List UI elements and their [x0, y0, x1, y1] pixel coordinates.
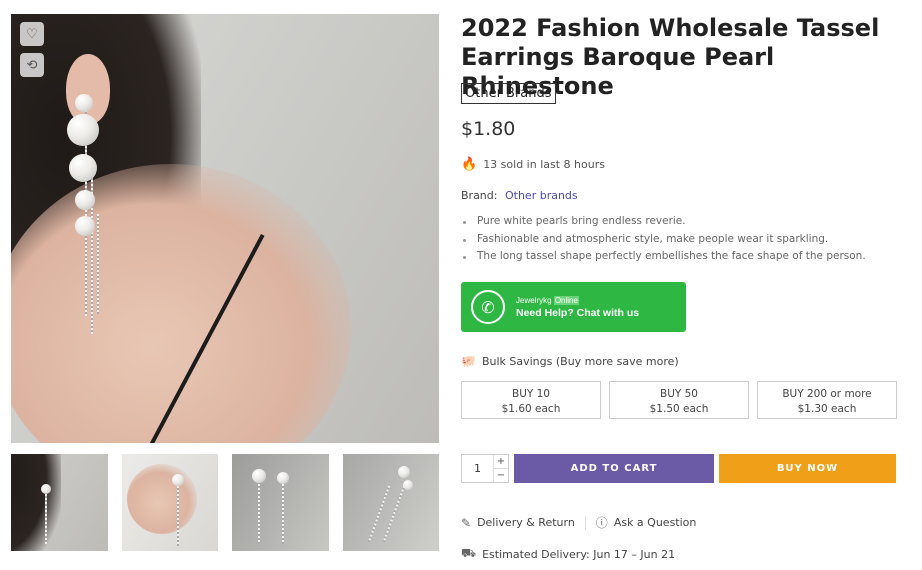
estimated-delivery: ⛟ Estimated Delivery: Jun 17 – Jun 21	[461, 546, 675, 562]
thumb-pearl	[277, 472, 289, 484]
refresh-icon: ⟲	[26, 57, 38, 73]
sold-indicator: 🔥 13 sold in last 8 hours	[461, 157, 605, 172]
brand-label: Brand:	[461, 189, 498, 202]
thumb-chain	[45, 494, 47, 544]
earring-pearl	[69, 154, 97, 182]
whatsapp-header: Jewelrykg Online	[516, 295, 639, 305]
thumbnail-3[interactable]	[232, 454, 329, 551]
thumb-pearl	[171, 474, 184, 486]
thumb-hand	[126, 464, 197, 534]
earring-pearl	[75, 94, 93, 112]
thumb-pearl	[397, 466, 410, 478]
thumb-hair	[11, 454, 61, 551]
bulk-tier[interactable]: BUY 50 $1.50 each	[609, 381, 749, 419]
earring-pearl	[75, 190, 95, 210]
fire-icon: 🔥	[461, 157, 478, 172]
buy-now-button[interactable]: BUY NOW	[719, 454, 896, 483]
brand-line: Brand: Other brands	[461, 189, 578, 202]
piggy-bank-icon: 🐖	[461, 354, 476, 368]
add-to-cart-button[interactable]: ADD TO CART	[514, 454, 714, 483]
image-ear	[66, 54, 110, 124]
tier-qty: BUY 200 or more	[782, 388, 872, 400]
wishlist-button[interactable]: ♡	[20, 22, 44, 46]
ask-question-label: Ask a Question	[613, 516, 697, 529]
sold-text: 13 sold in last 8 hours	[483, 158, 605, 171]
earring-chain	[97, 214, 99, 314]
quantity-input[interactable]: 1	[462, 455, 493, 482]
thumbnail-1[interactable]	[11, 454, 108, 551]
brand-link[interactable]: Other brands	[505, 189, 578, 202]
feature-item: Fashionable and atmospheric style, make …	[461, 233, 866, 251]
thumbnail-2[interactable]	[121, 454, 218, 551]
thumb-pearl	[252, 469, 266, 483]
whatsapp-icon: ✆	[471, 290, 505, 324]
whatsapp-name: Jewelrykg	[516, 295, 552, 305]
tier-qty: BUY 10	[511, 388, 550, 400]
quantity-decrease-button[interactable]: −	[494, 469, 508, 482]
heart-icon: ♡	[26, 26, 38, 42]
quantity-stepper: 1 + −	[461, 454, 509, 483]
bulk-label: Bulk Savings (Buy more save more)	[481, 354, 679, 368]
bulk-savings: 🐖 Bulk Savings (Buy more save more)	[461, 354, 679, 368]
tier-price: $1.30 each	[797, 403, 857, 415]
tier-price: $1.60 each	[501, 403, 561, 415]
feature-item: Pure white pearls bring endless reverie.	[461, 215, 866, 233]
feature-item: The long tassel shape perfectly embellis…	[461, 250, 866, 268]
thumb-pearl	[41, 484, 51, 494]
whatsapp-status: Online	[553, 295, 579, 305]
truck-icon: ⛟	[461, 546, 477, 560]
ask-question-link[interactable]: ⓘ Ask a Question	[596, 514, 697, 531]
product-price: $1.80	[461, 118, 516, 140]
whatsapp-chat-button[interactable]: ✆ Jewelrykg Online Need Help? Chat with …	[461, 282, 686, 332]
edit-icon: ✎	[461, 515, 472, 530]
bulk-tiers: BUY 10 $1.60 each BUY 50 $1.50 each BUY …	[461, 381, 897, 419]
compare-button[interactable]: ⟲	[20, 53, 44, 77]
earring-pearl	[75, 216, 95, 236]
thumbnail-strip	[11, 454, 439, 552]
whatsapp-cta: Need Help? Chat with us	[516, 306, 640, 319]
thumb-chain	[176, 486, 179, 546]
tier-price: $1.50 each	[649, 403, 709, 415]
earring-pearl	[67, 114, 99, 146]
feature-list: Pure white pearls bring endless reverie.…	[461, 215, 866, 268]
estimated-delivery-text: Estimated Delivery: Jun 17 – Jun 21	[482, 547, 676, 561]
brand-badge: Other Brands	[461, 83, 556, 104]
bulk-tier[interactable]: BUY 10 $1.60 each	[461, 381, 601, 419]
thumb-chain	[282, 484, 284, 544]
quantity-increase-button[interactable]: +	[494, 455, 508, 469]
delivery-return-label: Delivery & Return	[477, 516, 575, 529]
main-product-image[interactable]	[11, 14, 439, 443]
question-icon: ⓘ	[595, 516, 608, 530]
thumbnail-4[interactable]	[342, 454, 439, 551]
thumb-chain	[258, 484, 260, 544]
tier-qty: BUY 50	[659, 388, 698, 400]
image-shoulder	[11, 164, 351, 443]
bulk-tier[interactable]: BUY 200 or more $1.30 each	[757, 381, 897, 419]
divider	[584, 515, 586, 530]
delivery-return-link[interactable]: ✎ Delivery & Return	[461, 516, 575, 530]
earring-chain	[91, 164, 93, 334]
info-links: ✎ Delivery & Return ⓘ Ask a Question	[461, 514, 696, 531]
